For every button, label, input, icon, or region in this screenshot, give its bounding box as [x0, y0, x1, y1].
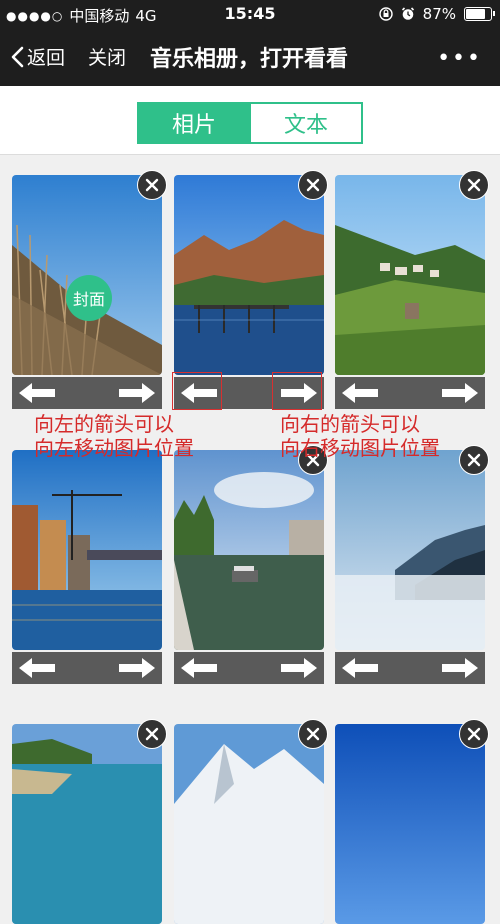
close-icon [306, 727, 320, 741]
photo-image [335, 175, 485, 375]
right-arrow-annotation: 向右的箭头可以 向右移动图片位置 [280, 412, 440, 460]
photo-image [174, 450, 324, 650]
delete-photo-button[interactable] [137, 719, 167, 749]
photo-image [12, 450, 162, 650]
chevron-left-icon [11, 46, 24, 67]
photo-card [174, 724, 324, 924]
photo-controls [335, 377, 485, 409]
left-arrow-annotation: 向左的箭头可以 向左移动图片位置 [34, 412, 194, 460]
orientation-lock-icon [378, 7, 393, 21]
photo-thumbnail[interactable] [335, 175, 485, 375]
delete-photo-button[interactable] [298, 719, 328, 749]
photo-thumbnail[interactable] [174, 450, 324, 650]
cover-badge: 封面 [66, 275, 112, 321]
close-icon [145, 178, 159, 192]
tab-text[interactable]: 文本 [251, 102, 363, 144]
move-left-arrow-icon[interactable] [18, 657, 56, 679]
delete-photo-button[interactable] [459, 719, 489, 749]
delete-photo-button[interactable] [137, 170, 167, 200]
photo-image [335, 450, 485, 650]
photo-thumbnail[interactable]: 封面 [12, 175, 162, 375]
tab-bar: 相片 文本 [0, 86, 500, 155]
photo-controls [12, 377, 162, 409]
battery-percent: 87% [422, 5, 456, 23]
photo-thumbnail[interactable] [335, 724, 485, 924]
photo-image [174, 724, 324, 924]
delete-photo-button[interactable] [298, 170, 328, 200]
close-icon [306, 178, 320, 192]
photo-controls [174, 652, 324, 684]
photo-thumbnail[interactable] [174, 724, 324, 924]
delete-photo-button[interactable] [459, 170, 489, 200]
close-icon [467, 453, 481, 467]
photo-card [335, 175, 485, 409]
status-bar: ●●●●○ 中国移动 4G 15:45 87% [0, 0, 500, 28]
close-button[interactable]: 关闭 [88, 43, 126, 70]
battery-level [466, 9, 486, 19]
photo-image [335, 724, 485, 924]
more-menu-button[interactable]: ••• [437, 46, 482, 71]
move-left-arrow-icon[interactable] [341, 657, 379, 679]
move-left-arrow-icon[interactable] [180, 657, 218, 679]
photo-controls [335, 652, 485, 684]
move-right-arrow-icon[interactable] [280, 657, 318, 679]
close-icon [467, 178, 481, 192]
move-left-arrow-icon[interactable] [18, 382, 56, 404]
close-icon [467, 727, 481, 741]
move-right-arrow-icon[interactable] [441, 657, 479, 679]
photo-thumbnail[interactable] [174, 175, 324, 375]
photo-card [12, 724, 162, 924]
photo-controls [12, 652, 162, 684]
nav-bar: 返回 关闭 音乐相册，打开看看 ••• [0, 28, 500, 86]
move-left-arrow-icon[interactable] [341, 382, 379, 404]
photo-card [335, 724, 485, 924]
tab-photos[interactable]: 相片 [137, 102, 251, 144]
photo-thumbnail[interactable] [12, 450, 162, 650]
move-right-arrow-icon[interactable] [118, 382, 156, 404]
page-title: 音乐相册，打开看看 [150, 47, 349, 72]
segmented-control: 相片 文本 [137, 102, 363, 144]
photo-card: 封面 [12, 175, 162, 409]
back-button[interactable]: 返回 [10, 43, 65, 70]
back-label: 返回 [27, 47, 66, 69]
battery-icon [464, 7, 495, 21]
move-right-arrow-icon[interactable] [118, 657, 156, 679]
close-icon [145, 727, 159, 741]
photo-card [174, 450, 324, 684]
photo-card [12, 450, 162, 684]
right-arrow-highlight-box [272, 372, 322, 410]
move-right-arrow-icon[interactable] [441, 382, 479, 404]
photo-thumbnail[interactable] [335, 450, 485, 650]
photo-card [335, 450, 485, 684]
photo-thumbnail[interactable] [12, 724, 162, 924]
photo-image [174, 175, 324, 375]
status-right: 87% [378, 5, 495, 23]
left-arrow-highlight-box [172, 372, 222, 410]
photo-image [12, 724, 162, 924]
alarm-icon [401, 7, 414, 20]
delete-photo-button[interactable] [459, 445, 489, 475]
